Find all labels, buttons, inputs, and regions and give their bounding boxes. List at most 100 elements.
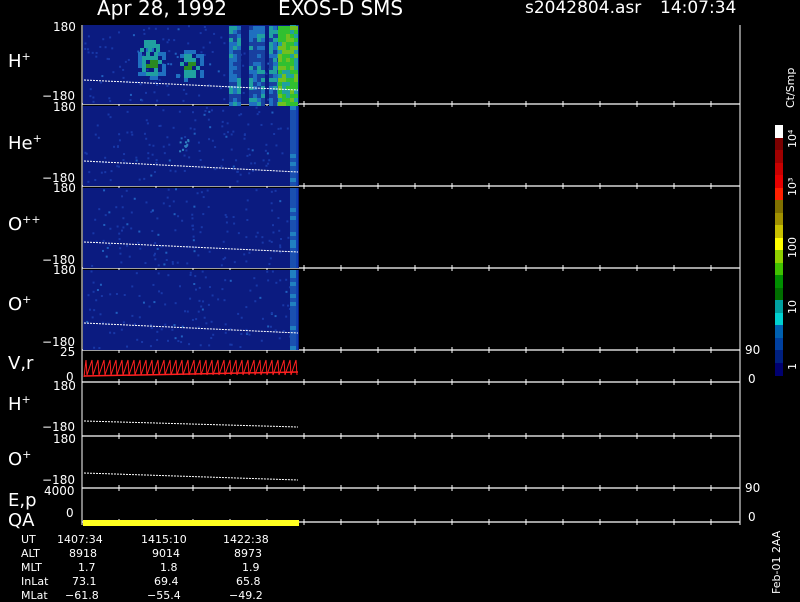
spectrogram-pixel: [253, 58, 257, 62]
spectrogram-pixel: [261, 74, 265, 78]
spectrogram-pixel: [148, 27, 151, 30]
spectrogram-pixel: [247, 123, 250, 126]
spectrogram-pixel: [290, 224, 296, 228]
spectrogram-pixel: [221, 125, 224, 128]
spectrogram-pixel: [118, 133, 121, 136]
colorbar-segment: [775, 350, 783, 363]
spectrogram-pixel: [266, 270, 269, 273]
spectrogram-pixel: [90, 270, 93, 273]
spectrogram-pixel: [253, 26, 257, 30]
spectrogram-pixel: [269, 34, 273, 38]
spectrogram-pixel: [143, 177, 146, 180]
spectrogram-pixel: [282, 34, 286, 38]
spectrogram-pixel: [235, 159, 238, 162]
spectrogram-pixel: [136, 338, 139, 341]
spectrogram-pixel: [189, 271, 192, 274]
spectrogram-pixel: [172, 126, 175, 129]
spectrogram-pixel: [269, 94, 273, 98]
spectrogram-pixel: [223, 133, 226, 136]
spectrogram-pixel: [199, 344, 202, 347]
spectrogram-pixel: [166, 196, 169, 199]
spectrogram-pixel: [290, 30, 294, 34]
tick-ol-top: 180: [53, 432, 76, 446]
spectrogram-pixel: [188, 58, 192, 62]
spectrogram-pixel: [290, 204, 296, 208]
spectrogram-pixel: [245, 306, 248, 309]
spectrogram-pixel: [223, 98, 226, 101]
spectrogram-pixel: [194, 288, 197, 291]
spectrogram-pixel: [192, 235, 195, 238]
spectrogram-pixel: [290, 54, 294, 58]
spectrogram-pixel: [181, 148, 184, 151]
spectrogram-pixel: [191, 224, 194, 227]
spectrogram-pixel: [265, 72, 268, 75]
spectrogram-pixel: [290, 318, 296, 322]
spectrogram-pixel: [261, 102, 265, 106]
spectrogram-pixel: [209, 63, 212, 66]
spectrogram-pixel: [187, 42, 190, 45]
spectrogram-pixel: [86, 48, 89, 51]
spectrogram-pixel: [185, 92, 188, 95]
spectrogram-pixel: [232, 130, 235, 133]
spectrogram-pixel: [150, 76, 154, 80]
spectrogram-pixel: [271, 270, 274, 273]
spectrogram-pixel: [233, 30, 237, 34]
spectrogram-pixel: [200, 305, 203, 308]
spectrogram-pixel: [196, 54, 200, 58]
spectrogram-pixel: [121, 195, 124, 198]
spectrogram-pixel: [113, 145, 116, 148]
spectrogram-pixel: [122, 159, 125, 162]
spectrogram-pixel: [249, 289, 252, 292]
spectrogram-pixel: [224, 323, 227, 326]
spectrogram-pixel: [135, 156, 138, 159]
spectrogram-pixel: [125, 189, 128, 192]
spectrogram-pixel: [162, 72, 166, 76]
spectrogram-pixel: [223, 299, 226, 302]
spectrogram-pixel: [188, 50, 192, 54]
spectrogram-pixel: [180, 341, 183, 344]
spectrogram-pixel: [286, 82, 290, 86]
spectrogram-pixel: [188, 62, 192, 66]
spectrogram-pixel: [237, 74, 241, 78]
spectrogram-pixel: [100, 171, 103, 174]
spectrogram-pixel: [128, 255, 131, 258]
spectrogram-pixel: [290, 282, 296, 286]
spectrogram-pixel: [257, 62, 261, 66]
spectrogram-pixel: [156, 48, 160, 52]
spectrogram-pixel: [233, 66, 237, 70]
spectrogram-pixel: [240, 113, 243, 116]
spectrogram-pixel: [146, 64, 150, 68]
spectrogram-pixel: [145, 137, 148, 140]
spectrogram-pixel: [282, 304, 285, 307]
spectrogram-pixel: [273, 50, 277, 54]
spectrogram-pixel: [261, 54, 265, 58]
spectrogram-pixel: [229, 102, 233, 106]
spectrogram-pixel: [294, 74, 298, 78]
spectrogram-pixel: [290, 166, 296, 170]
spectrogram-pixel: [110, 170, 113, 173]
spectrogram-pixel: [148, 48, 152, 52]
spectrogram-pixel: [261, 26, 265, 30]
spectrogram-pixel: [257, 34, 261, 38]
spectrogram-pixel: [257, 26, 261, 30]
spectrogram-pixel: [233, 46, 237, 50]
spectrogram-pixel: [105, 255, 108, 258]
spectrogram-pixel: [253, 42, 257, 46]
spectrogram-pixel: [261, 66, 265, 70]
spectrogram-pixel: [96, 289, 99, 292]
spectrogram-pixel: [270, 190, 273, 193]
spectrogram-pixel: [129, 99, 132, 102]
spectrogram-pixel: [230, 133, 233, 136]
spectrogram-pixel: [208, 138, 211, 141]
spectrogram-pixel: [120, 261, 123, 264]
spectrogram-pixel: [119, 252, 122, 255]
tick-ep-bottom: 0: [66, 506, 74, 520]
spectrogram-pixel: [249, 98, 253, 102]
spectrogram-pixel: [100, 295, 103, 298]
colorbar-segment: [775, 362, 783, 376]
pitch-angle-trace: [83, 420, 299, 428]
spectrogram-pixel: [229, 46, 233, 50]
spectrogram-pixel: [271, 111, 274, 114]
spectrogram-pixel: [158, 124, 161, 127]
spectrogram-pixel: [168, 205, 171, 208]
